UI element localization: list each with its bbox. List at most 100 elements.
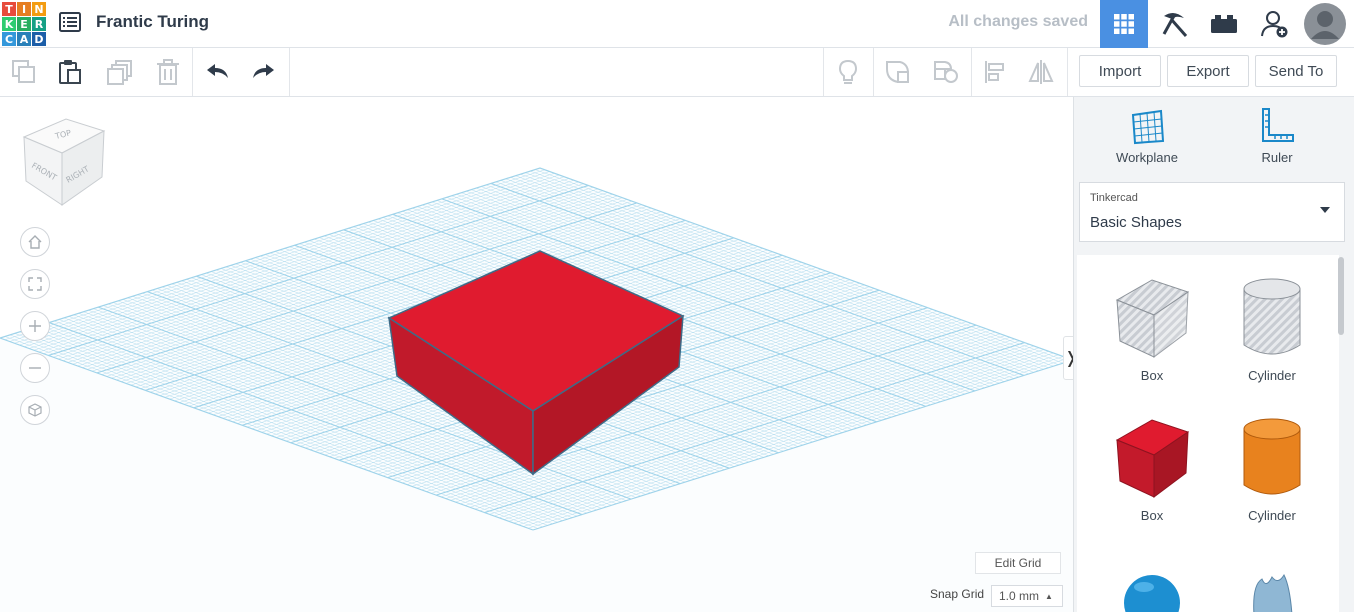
project-list-icon[interactable] <box>58 10 82 34</box>
paste-button[interactable] <box>56 58 84 86</box>
ruler-label: Ruler <box>1261 150 1293 165</box>
grid-view-icon <box>1114 14 1134 34</box>
workplane-icon <box>1131 109 1165 145</box>
ruler-icon <box>1262 108 1294 142</box>
group-icon <box>886 61 909 83</box>
group-button[interactable] <box>884 58 912 86</box>
codeblocks-button[interactable] <box>1150 0 1198 48</box>
undo-icon <box>207 64 228 78</box>
mirror-button[interactable] <box>1027 58 1055 86</box>
workplane-viewport[interactable]: TOP FRONT RIGHT Edit Grid Snap Grid 1.0 … <box>0 97 1073 612</box>
save-status: All changes saved <box>948 13 1088 30</box>
user-menu[interactable] <box>1301 0 1349 48</box>
notes-button[interactable] <box>834 58 862 86</box>
scribble-icon <box>1253 573 1293 612</box>
pickaxe-icon <box>1162 12 1188 37</box>
logo-letter: I <box>17 2 31 16</box>
fit-view-icon <box>28 277 42 291</box>
tinkercad-logo[interactable]: TIN KER CAD <box>2 2 46 46</box>
plus-icon <box>29 320 41 332</box>
add-user-icon <box>1261 11 1288 38</box>
logo-letter: T <box>2 2 16 16</box>
shape-grid: Box Cylinder Box Cylinder <box>1077 255 1339 612</box>
copy-icon <box>12 60 35 83</box>
zoom-in-button[interactable] <box>20 311 50 341</box>
snap-grid-select[interactable]: 1.0 mm ▲ <box>991 585 1063 607</box>
invite-user-button[interactable] <box>1251 0 1299 48</box>
top-bar: TIN KER CAD Frantic Turing All changes sav… <box>0 0 1354 48</box>
trash-icon <box>157 59 179 85</box>
shape-box[interactable]: Box <box>1102 415 1202 523</box>
redo-icon <box>253 64 274 78</box>
logo-letter: N <box>32 2 46 16</box>
box-icon <box>1115 419 1190 498</box>
logo-letter: D <box>32 32 46 46</box>
bricks-button[interactable] <box>1200 0 1248 48</box>
ungroup-button[interactable] <box>932 58 960 86</box>
send-to-button[interactable]: Send To <box>1255 55 1337 87</box>
grid-view-button[interactable] <box>1100 0 1148 48</box>
toolbar-divider <box>192 48 193 96</box>
workplane-label: Workplane <box>1116 150 1178 165</box>
toolbar-divider <box>873 48 874 96</box>
paste-icon <box>59 60 81 84</box>
logo-letter: E <box>17 17 31 31</box>
copy-button[interactable] <box>10 58 38 86</box>
shape-scribble[interactable] <box>1222 565 1322 612</box>
shapes-panel: Workplane Ruler Tinkercad Basic Shapes B… <box>1073 97 1354 612</box>
toolbar-divider <box>971 48 972 96</box>
caret-up-icon: ▲ <box>1045 591 1053 601</box>
workplane-tool[interactable]: Workplane <box>1102 107 1192 165</box>
undo-button[interactable] <box>203 58 231 86</box>
snap-grid-label: Snap Grid <box>930 587 985 601</box>
align-icon <box>985 61 1004 83</box>
delete-button[interactable] <box>154 58 182 86</box>
snap-grid-value: 1.0 mm <box>999 589 1040 603</box>
shape-sphere[interactable] <box>1102 565 1202 612</box>
logo-letter: A <box>17 32 31 46</box>
workplane-grid[interactable] <box>0 97 1073 612</box>
logo-letter: R <box>32 17 46 31</box>
bricks-icon <box>1211 15 1237 33</box>
ruler-tool[interactable]: Ruler <box>1232 107 1322 165</box>
library-source: Tinkercad <box>1090 192 1138 204</box>
import-button[interactable]: Import <box>1079 55 1161 87</box>
shape-label: Box <box>1140 368 1164 383</box>
duplicate-icon <box>107 60 132 85</box>
panel-scrollbar[interactable] <box>1338 257 1344 335</box>
shape-cylinder[interactable]: Cylinder <box>1222 415 1322 523</box>
export-button[interactable]: Export <box>1167 55 1249 87</box>
toolbar-divider <box>1067 48 1068 96</box>
shape-label: Cylinder <box>1248 508 1296 523</box>
hole-cylinder-icon <box>1243 278 1301 355</box>
sphere-icon <box>1124 575 1180 612</box>
shape-box-hole[interactable]: Box <box>1102 275 1202 383</box>
perspective-button[interactable] <box>20 395 50 425</box>
edit-grid-button[interactable]: Edit Grid <box>975 552 1061 574</box>
home-view-button[interactable] <box>20 227 50 257</box>
mirror-icon <box>1028 60 1054 84</box>
lightbulb-icon <box>838 59 858 84</box>
shape-label: Cylinder <box>1248 368 1296 383</box>
home-icon <box>28 235 42 249</box>
cylinder-icon <box>1243 418 1301 495</box>
duplicate-button[interactable] <box>106 58 134 86</box>
fit-view-button[interactable] <box>20 269 50 299</box>
project-title[interactable]: Frantic Turing <box>96 12 209 32</box>
caret-down-icon <box>1320 207 1330 213</box>
avatar <box>1304 3 1346 45</box>
view-cube[interactable]: TOP FRONT RIGHT <box>18 117 108 217</box>
shape-library-select[interactable]: Tinkercad Basic Shapes <box>1079 182 1345 242</box>
toolbar-divider <box>823 48 824 96</box>
minus-icon <box>29 367 41 369</box>
zoom-out-button[interactable] <box>20 353 50 383</box>
toolbar-divider <box>289 48 290 96</box>
logo-letter: C <box>2 32 16 46</box>
align-button[interactable] <box>981 58 1009 86</box>
shape-cylinder-hole[interactable]: Cylinder <box>1222 275 1322 383</box>
ungroup-icon <box>934 61 958 83</box>
redo-button[interactable] <box>250 58 278 86</box>
hole-box-icon <box>1115 279 1190 358</box>
library-name: Basic Shapes <box>1090 214 1182 231</box>
shape-label: Box <box>1140 508 1164 523</box>
